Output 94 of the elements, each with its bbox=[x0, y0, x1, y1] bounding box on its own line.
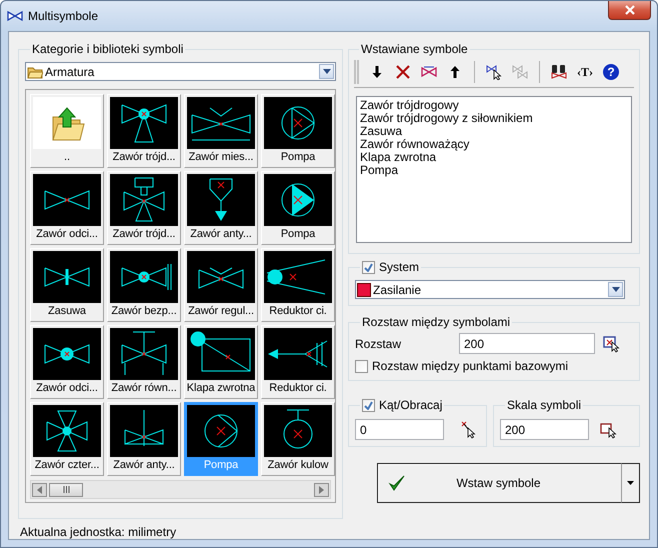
list-item[interactable]: Zasuwa bbox=[360, 125, 628, 138]
symbol-tile[interactable]: Zawór czter... bbox=[30, 402, 104, 476]
text-tool-button[interactable]: ‹T› bbox=[573, 60, 597, 84]
symbol-tile[interactable]: Zawór trójd... bbox=[107, 171, 181, 245]
symbol-label: Zawór trójd... bbox=[112, 227, 176, 242]
grip-icon bbox=[62, 486, 70, 493]
symbol-label: Pompa bbox=[204, 458, 238, 473]
symbol-tile[interactable]: Zawór bezp... bbox=[107, 248, 181, 322]
symbol-label: .. bbox=[64, 150, 70, 165]
symbol-tile[interactable]: Zawór trójd... bbox=[107, 94, 181, 168]
valve-cursor-icon bbox=[486, 64, 502, 80]
symbol-tile[interactable]: Zawór odci... bbox=[30, 325, 104, 399]
close-icon bbox=[624, 5, 634, 15]
group-title: Skala symboli bbox=[505, 397, 584, 413]
toolbar-grip bbox=[354, 60, 359, 84]
symbol-tile[interactable]: Zawór anty... bbox=[184, 171, 258, 245]
symbol-tile[interactable]: Zawór odci... bbox=[30, 171, 104, 245]
scroll-right-button[interactable] bbox=[314, 482, 329, 496]
symbol-tile[interactable]: Zawór kulow bbox=[261, 402, 335, 476]
symbol-tile[interactable]: .. bbox=[30, 94, 104, 168]
checkbox-label: Kąt/Obracaj bbox=[379, 397, 442, 413]
cursor-icon bbox=[459, 420, 477, 438]
symbol-tile[interactable]: Reduktor ci. bbox=[261, 325, 335, 399]
symbol-label: Zawór anty... bbox=[113, 458, 175, 473]
caret-icon bbox=[322, 69, 330, 74]
group-title: Rozstaw między symbolami bbox=[360, 314, 512, 330]
symbol-label: Zawór mies... bbox=[188, 150, 254, 165]
cursor-icon bbox=[600, 420, 618, 438]
symbol-tile[interactable]: Pompa bbox=[261, 94, 335, 168]
symbol-label: Zawór czter... bbox=[34, 458, 100, 473]
symbol-tile[interactable]: Zawór anty... bbox=[107, 402, 181, 476]
valve-icon bbox=[7, 8, 23, 24]
group-title: Wstawiane symbole bbox=[359, 41, 470, 57]
window-title: Multisymbole bbox=[28, 9, 98, 23]
check-icon bbox=[388, 474, 406, 492]
symbol-label: Pompa bbox=[280, 227, 316, 242]
checkbox-label: System bbox=[379, 259, 420, 275]
list-item[interactable]: Klapa zwrotna bbox=[360, 151, 628, 164]
field-label: Rozstaw bbox=[355, 336, 402, 350]
pick-button[interactable] bbox=[602, 334, 622, 354]
status-text: Aktualna jednostka: milimetry bbox=[19, 524, 178, 539]
symbol-label: Reduktor ci. bbox=[269, 381, 327, 396]
list-item[interactable]: Zawór równoważący bbox=[360, 138, 628, 151]
checkbox[interactable] bbox=[362, 260, 375, 274]
valve-pair-icon bbox=[512, 64, 528, 80]
list-item[interactable]: Zawór trójdrogowy z siłownikiem bbox=[360, 112, 628, 125]
binoculars-icon bbox=[551, 64, 567, 80]
symbol-label: Zawór równ... bbox=[111, 381, 177, 396]
symbol-label: Pompa bbox=[280, 150, 316, 165]
symbol-label: Reduktor ci. bbox=[269, 304, 327, 319]
symbol-tile[interactable]: Klapa zwrotna bbox=[184, 325, 258, 399]
help-button[interactable]: ? bbox=[603, 64, 619, 80]
symbol-label: Zawór anty... bbox=[190, 227, 252, 242]
close-button[interactable] bbox=[608, 1, 651, 20]
symbol-tile[interactable]: Zawór mies... bbox=[184, 94, 258, 168]
caret-icon bbox=[612, 287, 620, 292]
system-dropdown[interactable]: Zasilanie bbox=[355, 280, 625, 299]
list-item[interactable]: Pompa bbox=[360, 164, 628, 177]
symbol-label: Zasuwa bbox=[48, 304, 86, 319]
checkbox[interactable] bbox=[362, 398, 375, 412]
scrollbar-thumb[interactable] bbox=[49, 482, 83, 496]
symbol-tile[interactable]: Pompa bbox=[261, 171, 335, 245]
symbol-tile[interactable]: Zasuwa bbox=[30, 248, 104, 322]
checkbox-label: Rozstaw między punktami bazowymi bbox=[372, 358, 568, 374]
check-icon bbox=[364, 400, 373, 410]
symbol-label: Zawór trójd... bbox=[112, 150, 176, 165]
caret-icon bbox=[627, 481, 634, 485]
symbol-tile[interactable]: Zawór równ... bbox=[107, 325, 181, 399]
group-title: Kategorie i biblioteki symboli bbox=[30, 41, 186, 57]
folder-icon bbox=[27, 64, 43, 78]
dropdown-button[interactable] bbox=[621, 463, 640, 503]
valve-icon bbox=[421, 64, 437, 80]
scroll-left-button[interactable] bbox=[32, 482, 47, 496]
symbol-label: Zawór bezp... bbox=[111, 304, 177, 319]
category-dropdown[interactable]: Armatura bbox=[25, 62, 336, 81]
symbol-list[interactable]: Zawór trójdrogowy Zawór trójdrogowy z siłownikiem Zasuwa Zawór równoważący Klapa zwrotna Pompa bbox=[356, 96, 632, 243]
cursor-icon bbox=[603, 334, 621, 352]
symbol-label: Klapa zwrotna bbox=[186, 381, 256, 396]
symbol-label: Zawór odci... bbox=[36, 381, 98, 396]
spacing-input[interactable]: 200 bbox=[459, 333, 595, 354]
check-icon bbox=[364, 262, 373, 272]
list-item[interactable]: Zawór trójdrogowy bbox=[360, 99, 628, 112]
symbol-tile[interactable]: Reduktor ci. bbox=[261, 248, 335, 322]
angle-input[interactable]: 0 bbox=[355, 419, 444, 440]
scale-input[interactable]: 200 bbox=[500, 419, 589, 440]
checkbox[interactable] bbox=[355, 360, 368, 372]
symbol-tile[interactable]: Zawór regul... bbox=[184, 248, 258, 322]
symbol-label: Zawór kulow bbox=[268, 458, 328, 473]
symbol-label: Zawór odci... bbox=[36, 227, 98, 242]
arrow-right-icon bbox=[319, 486, 324, 494]
arrow-left-icon bbox=[37, 486, 42, 494]
delete-icon bbox=[395, 64, 411, 80]
insert-button[interactable]: Wstaw symbole bbox=[377, 463, 621, 503]
symbol-label: Zawór regul... bbox=[188, 304, 254, 319]
